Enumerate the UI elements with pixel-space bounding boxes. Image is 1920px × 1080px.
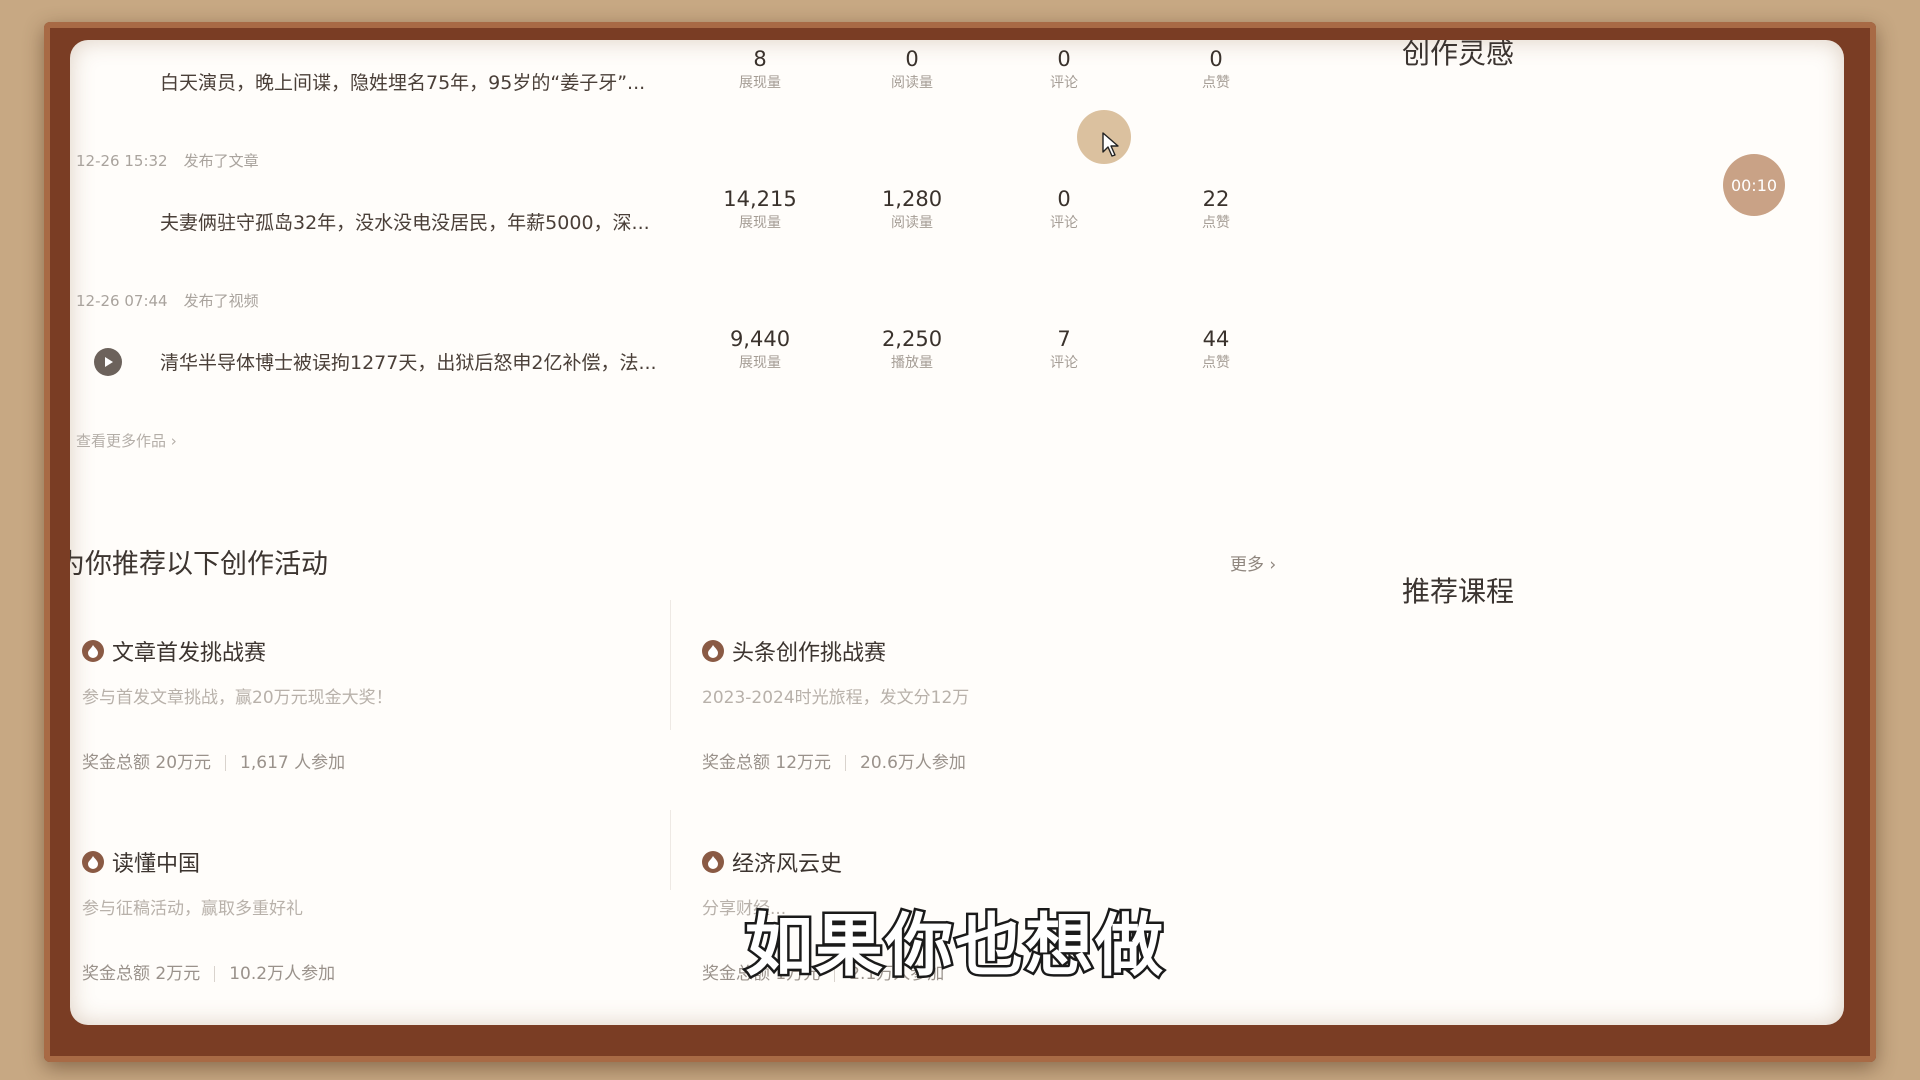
activity-card-title[interactable]: 头条创作挑战赛 bbox=[702, 635, 1262, 667]
stat-comments: 7 评论 bbox=[1004, 326, 1124, 374]
stat-impressions: 14,215 展现量 bbox=[700, 186, 820, 234]
stat-label: 点赞 bbox=[1202, 355, 1230, 371]
inspiration-title: 创作灵感 bbox=[1402, 40, 1515, 70]
publish-time: 12-26 15:32 bbox=[76, 152, 168, 170]
fire-icon bbox=[702, 640, 724, 662]
activity-desc: 参与首发文章挑战，赢20万元现金大奖！ bbox=[82, 688, 393, 708]
work-title[interactable]: 夫妻俩驻守孤岛32年，没水没电没居民，年薪5000，深... bbox=[160, 208, 650, 235]
activity-card[interactable]: 文章首发挑战赛 参与首发文章挑战，赢20万元现金大奖！ 奖金总额 20万元 1,6… bbox=[82, 635, 642, 805]
stat-value: 1,280 bbox=[881, 187, 943, 211]
stat-plays: 2,250 播放量 bbox=[852, 326, 972, 374]
stat-value: 0 bbox=[905, 47, 919, 71]
stat-value: 0 bbox=[1057, 187, 1071, 211]
activity-participants: 20.6万人参加 bbox=[860, 753, 966, 773]
activity-desc: 2023-2024时光旅程，发文分12万 bbox=[702, 688, 970, 708]
activity-desc: 参与征稿活动，赢取多重好礼 bbox=[82, 899, 303, 919]
activities-more-link[interactable]: 更多 › bbox=[1230, 550, 1276, 575]
stat-value: 22 bbox=[1202, 187, 1230, 211]
stat-value: 7 bbox=[1057, 327, 1071, 351]
publish-action: 发布了视频 bbox=[183, 292, 259, 310]
card-divider bbox=[670, 600, 671, 730]
stat-impressions: 8 展现量 bbox=[700, 46, 820, 94]
stat-label: 点赞 bbox=[1202, 75, 1230, 91]
fire-icon bbox=[82, 640, 104, 662]
stat-label: 点赞 bbox=[1202, 215, 1230, 231]
fire-icon bbox=[82, 851, 104, 873]
stat-value: 2,250 bbox=[881, 327, 943, 351]
recommended-courses-title: 推荐课程 bbox=[1402, 575, 1515, 608]
stat-label: 阅读量 bbox=[891, 215, 933, 231]
stat-value: 0 bbox=[1209, 47, 1223, 71]
activity-prize: 奖金总额 2万元 bbox=[82, 964, 201, 984]
stat-label: 评论 bbox=[1050, 75, 1078, 91]
activity-prize: 奖金总额 20万元 bbox=[82, 753, 212, 773]
video-subtitle: 如果你也想做 bbox=[742, 905, 1166, 989]
activity-card[interactable]: 读懂中国 参与征稿活动，赢取多重好礼 奖金总额 2万元 10.2万人参加 bbox=[82, 846, 642, 1016]
stat-label: 评论 bbox=[1050, 215, 1078, 231]
card-divider bbox=[670, 810, 671, 890]
publish-action: 发布了文章 bbox=[183, 152, 259, 170]
stat-likes: 44 点赞 bbox=[1156, 326, 1276, 374]
activity-title-text: 头条创作挑战赛 bbox=[732, 641, 887, 666]
stat-label: 展现量 bbox=[739, 215, 781, 231]
work-item-3[interactable]: 清华半导体博士被误拘1277天，出狱后怒申2亿补偿，法... 9,440 展现量… bbox=[70, 320, 1270, 420]
stat-reads: 0 阅读量 bbox=[852, 46, 972, 94]
stat-value: 0 bbox=[1057, 47, 1071, 71]
footer-separator bbox=[214, 966, 216, 982]
stat-impressions: 9,440 展现量 bbox=[700, 326, 820, 374]
activity-card-title[interactable]: 经济风云史 bbox=[702, 846, 1262, 878]
activity-card-title[interactable]: 文章首发挑战赛 bbox=[82, 635, 642, 667]
activity-title-text: 经济风云史 bbox=[732, 852, 843, 877]
stat-value: 8 bbox=[753, 47, 767, 71]
work-title[interactable]: 白天演员，晚上间谍，隐姓埋名75年，95岁的“姜子牙”... bbox=[160, 68, 645, 95]
publish-time: 12-26 07:44 bbox=[76, 292, 168, 310]
stat-reads: 1,280 阅读量 bbox=[852, 186, 972, 234]
activities-section-title: 为你推荐以下创作活动 bbox=[70, 549, 328, 580]
activity-footer: 奖金总额 2万元 10.2万人参加 bbox=[82, 959, 642, 984]
cursor-arrow-icon bbox=[1102, 132, 1120, 162]
activity-footer: 奖金总额 20万元 1,617 人参加 bbox=[82, 748, 642, 773]
fire-icon bbox=[702, 851, 724, 873]
activity-prize: 奖金总额 12万元 bbox=[702, 753, 832, 773]
stat-likes: 0 点赞 bbox=[1156, 46, 1276, 94]
stat-label: 展现量 bbox=[739, 355, 781, 371]
stat-value: 44 bbox=[1202, 327, 1230, 351]
activity-card-title[interactable]: 读懂中国 bbox=[82, 846, 642, 878]
play-icon[interactable] bbox=[94, 348, 122, 376]
activity-title-text: 文章首发挑战赛 bbox=[112, 641, 267, 666]
screen: 白天演员，晚上间谍，隐姓埋名75年，95岁的“姜子牙”... 8 展现量 0 阅… bbox=[70, 40, 1844, 1025]
activity-participants: 1,617 人参加 bbox=[240, 753, 346, 773]
activity-title-text: 读懂中国 bbox=[112, 852, 201, 877]
view-more-works-link[interactable]: 查看更多作品 › bbox=[76, 430, 177, 451]
work-item-2[interactable]: 夫妻俩驻守孤岛32年，没水没电没居民，年薪5000，深... 14,215 展现… bbox=[70, 180, 1270, 280]
stat-value: 9,440 bbox=[729, 327, 791, 351]
stat-comments: 0 评论 bbox=[1004, 186, 1124, 234]
stat-likes: 22 点赞 bbox=[1156, 186, 1276, 234]
recording-timer: 00:10 bbox=[1723, 154, 1785, 216]
stat-value: 14,215 bbox=[723, 187, 797, 211]
footer-separator bbox=[845, 755, 847, 771]
activity-card[interactable]: 头条创作挑战赛 2023-2024时光旅程，发文分12万 奖金总额 12万元 20… bbox=[702, 635, 1262, 805]
work-meta: 12-26 15:32 发布了文章 bbox=[76, 150, 259, 171]
footer-separator bbox=[225, 755, 227, 771]
activity-participants: 10.2万人参加 bbox=[229, 964, 336, 984]
work-meta: 12-26 07:44 发布了视频 bbox=[76, 290, 259, 311]
stat-label: 阅读量 bbox=[891, 75, 933, 91]
stat-label: 展现量 bbox=[739, 75, 781, 91]
stat-comments: 0 评论 bbox=[1004, 46, 1124, 94]
work-title[interactable]: 清华半导体博士被误拘1277天，出狱后怒申2亿补偿，法... bbox=[160, 348, 657, 375]
activity-footer: 奖金总额 12万元 20.6万人参加 bbox=[702, 748, 1262, 773]
stat-label: 评论 bbox=[1050, 355, 1078, 371]
stat-label: 播放量 bbox=[891, 355, 933, 371]
